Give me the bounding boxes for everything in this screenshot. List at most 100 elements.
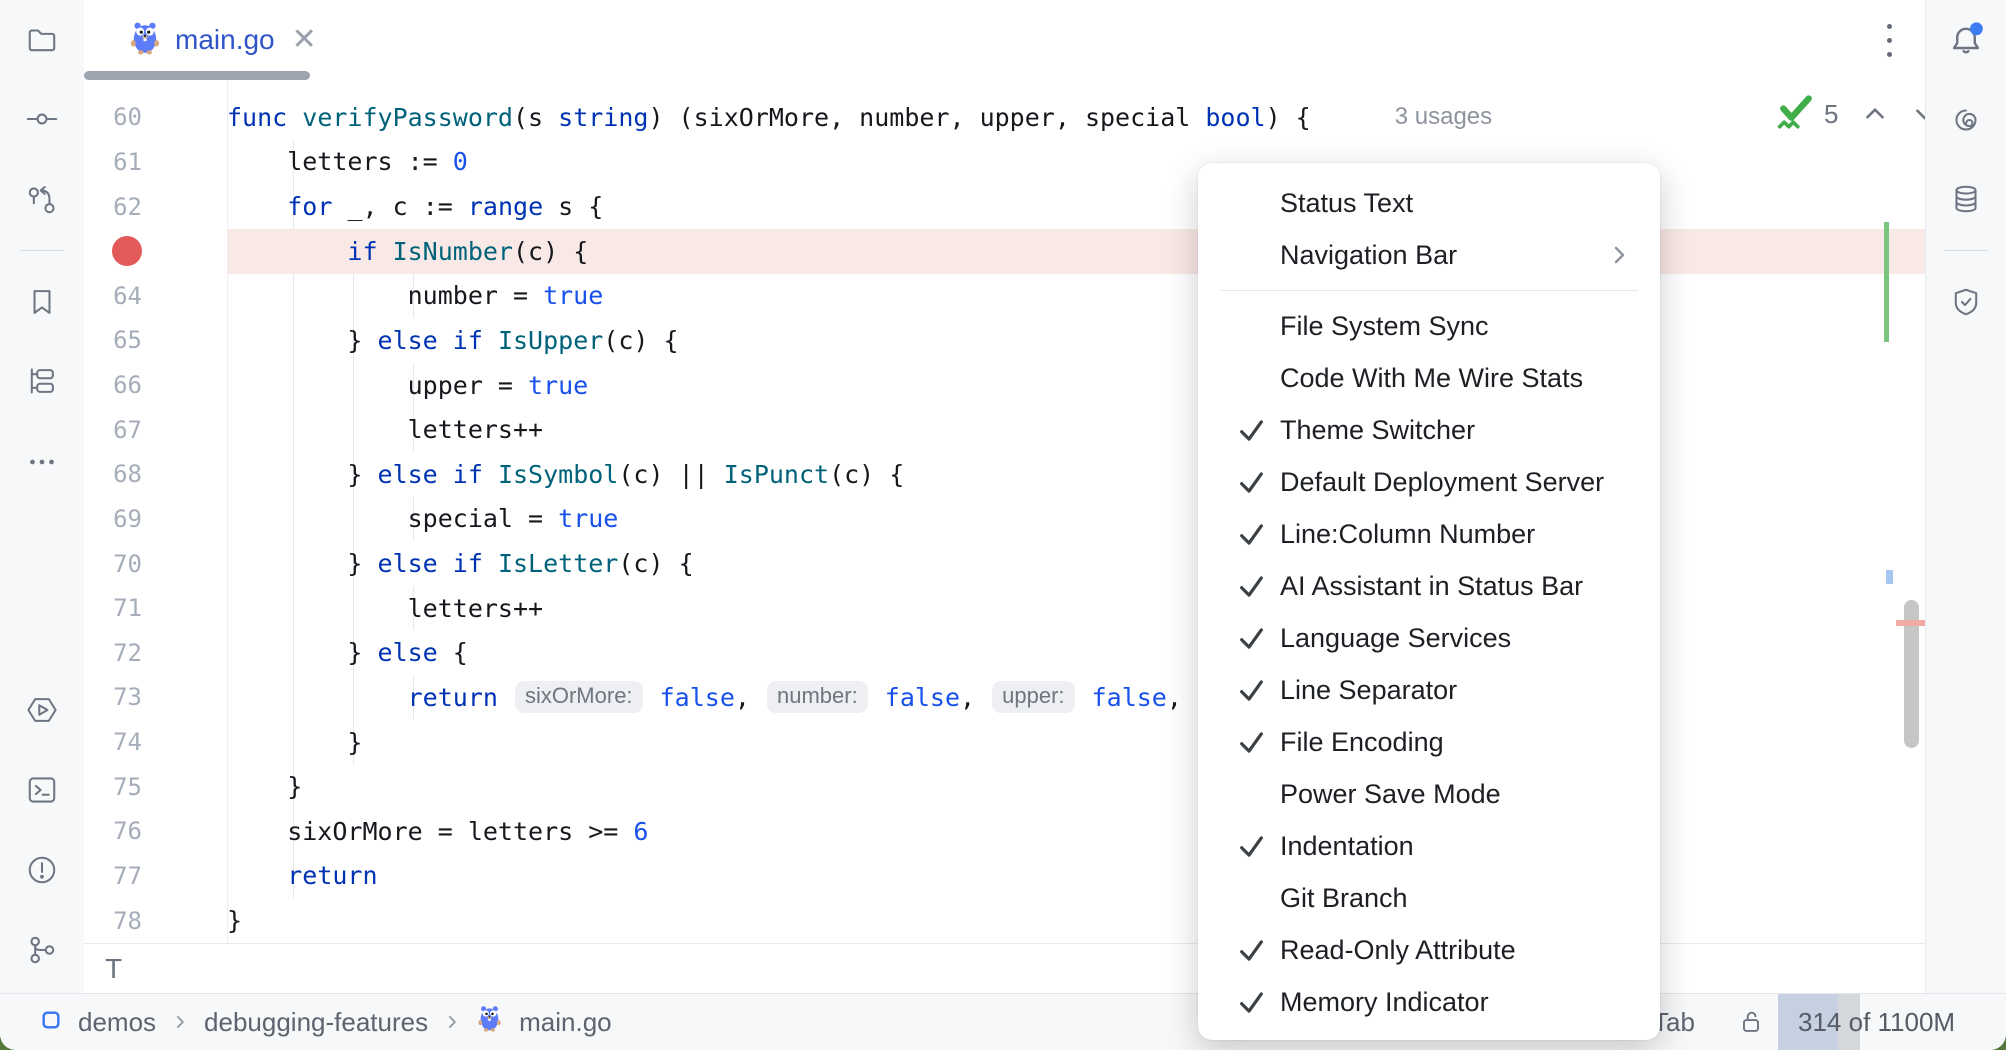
menu-item-theme-switcher[interactable]: Theme Switcher [1198, 404, 1660, 456]
structure-icon[interactable] [24, 363, 60, 399]
line-number[interactable]: 73 [84, 683, 227, 711]
line-number[interactable]: 78 [84, 907, 227, 935]
code-segment: false [885, 683, 960, 712]
code-segment: ) (sixOrMore, number, upper, special [648, 103, 1205, 132]
unlock-icon[interactable] [1735, 1006, 1767, 1038]
code-segment [227, 237, 347, 266]
line-number[interactable]: 75 [84, 773, 227, 801]
code-segment: IsLetter [498, 549, 618, 578]
breadcrumb-folder[interactable]: debugging-features [204, 1007, 428, 1038]
menu-item-navigation-bar[interactable]: Navigation Bar [1198, 229, 1660, 281]
menu-item-git-branch[interactable]: Git Branch [1198, 872, 1660, 924]
menu-item-file-system-sync[interactable]: File System Sync [1198, 300, 1660, 352]
code-segment: _, c := [347, 192, 467, 221]
line-number[interactable]: 65 [84, 326, 227, 354]
menu-item-power-save-mode[interactable]: Power Save Mode [1198, 768, 1660, 820]
code-text: number = true [227, 274, 1925, 319]
line-number[interactable]: 71 [84, 594, 227, 622]
menu-item-line-separator[interactable]: Line Separator [1198, 664, 1660, 716]
chevron-up-icon[interactable] [1862, 101, 1888, 127]
menu-item-memory-indicator[interactable]: Memory Indicator [1198, 976, 1660, 1028]
left-tool-strip [0, 0, 85, 993]
chevron-down-icon[interactable] [1912, 101, 1925, 127]
status-bar: demos debugging-features main.go Tab 314… [0, 993, 2006, 1050]
code-segment: (s [513, 103, 558, 132]
inspections-widget[interactable]: 5 [1776, 94, 1925, 134]
menu-item-default-deployment-server[interactable]: Default Deployment Server [1198, 456, 1660, 508]
menu-item-indentation[interactable]: Indentation [1198, 820, 1660, 872]
check-icon [1238, 989, 1280, 1016]
code-segment [870, 683, 885, 712]
code-segment: else if [378, 326, 498, 355]
gopher-file-icon [128, 21, 162, 60]
notifications-bell-icon[interactable] [1946, 20, 1986, 60]
menu-item-label: Theme Switcher [1280, 415, 1660, 446]
code-text: } else if IsSymbol(c) || IsPunct(c) { [227, 452, 1925, 497]
tab-main-go[interactable]: main.go ✕ [110, 0, 335, 80]
code-segment: } [227, 906, 242, 935]
line-number[interactable]: 61 [84, 148, 227, 176]
shield-icon[interactable] [1948, 284, 1984, 320]
code-segment [227, 861, 287, 890]
code-segment: true [543, 281, 603, 310]
code-text: special = true [227, 497, 1925, 542]
breadcrumb-project[interactable]: demos [78, 1007, 156, 1038]
terminal-icon[interactable] [24, 772, 60, 808]
bookmarks-icon[interactable] [24, 284, 60, 320]
database-icon[interactable] [1948, 181, 1984, 217]
code-text: letters := 0 [227, 140, 1925, 185]
line-number[interactable]: 62 [84, 193, 227, 221]
line-number[interactable]: 70 [84, 550, 227, 578]
code-segment: } [227, 460, 378, 489]
inspections-count: 5 [1824, 99, 1838, 130]
breakpoint-icon[interactable] [112, 236, 142, 266]
check-icon [1238, 937, 1280, 964]
pull-requests-icon[interactable] [24, 182, 60, 218]
ai-assistant-icon[interactable] [1948, 102, 1984, 138]
line-number[interactable]: 77 [84, 862, 227, 890]
code-line[interactable]: 60func verifyPassword(s string) (sixOrMo… [84, 95, 1925, 140]
menu-item-code-with-me-wire-stats[interactable]: Code With Me Wire Stats [1198, 352, 1660, 404]
code-segment: IsUpper [498, 326, 603, 355]
more-icon[interactable] [24, 444, 60, 480]
more-options-kebab-icon[interactable] [1877, 22, 1901, 58]
menu-item-read-only-attribute[interactable]: Read-Only Attribute [1198, 924, 1660, 976]
line-number[interactable]: 69 [84, 505, 227, 533]
line-number[interactable]: 67 [84, 416, 227, 444]
code-segment: true [558, 504, 618, 533]
close-icon[interactable]: ✕ [292, 25, 317, 55]
line-number[interactable]: 68 [84, 460, 227, 488]
menu-item-label: Indentation [1280, 831, 1660, 862]
menu-item-language-services[interactable]: Language Services [1198, 612, 1660, 664]
ide-window: main.go ✕ 60func verifyPassword(s string… [0, 0, 2006, 1050]
project-icon [40, 1007, 62, 1038]
code-segment: IsPunct [724, 460, 829, 489]
code-segment: else if [378, 549, 498, 578]
line-number[interactable]: 66 [84, 371, 227, 399]
code-segment: (c) { [829, 460, 904, 489]
run-icon[interactable] [24, 692, 60, 728]
scrollbar-info-marker [1886, 570, 1893, 584]
menu-item-status-text[interactable]: Status Text [1198, 177, 1660, 229]
menu-item-label: Git Branch [1280, 883, 1660, 914]
line-number[interactable]: 76 [84, 817, 227, 845]
line-number[interactable]: 60 [84, 103, 227, 131]
menu-item-ai-assistant-in-status-bar[interactable]: AI Assistant in Status Bar [1198, 560, 1660, 612]
line-number[interactable]: 74 [84, 728, 227, 756]
code-segment: string [558, 103, 648, 132]
folder-icon[interactable] [24, 22, 60, 58]
menu-item-line-column-number[interactable]: Line:Column Number [1198, 508, 1660, 560]
code-text: } else if IsLetter(c) { [227, 541, 1925, 586]
line-number[interactable]: 64 [84, 282, 227, 310]
menu-item-file-encoding[interactable]: File Encoding [1198, 716, 1660, 768]
code-text: letters++ [227, 407, 1925, 452]
line-number[interactable]: 72 [84, 639, 227, 667]
menu-item-label: Navigation Bar [1280, 240, 1608, 271]
version-control-icon[interactable] [24, 932, 60, 968]
breadcrumb-file[interactable]: main.go [519, 1007, 612, 1038]
code-segment: (c) { [618, 549, 693, 578]
commit-icon[interactable] [24, 101, 60, 137]
memory-indicator[interactable]: 314 of 1100M [1778, 994, 1985, 1050]
problems-icon[interactable] [24, 852, 60, 888]
usages-hint[interactable]: 3 usages [1395, 103, 1492, 131]
